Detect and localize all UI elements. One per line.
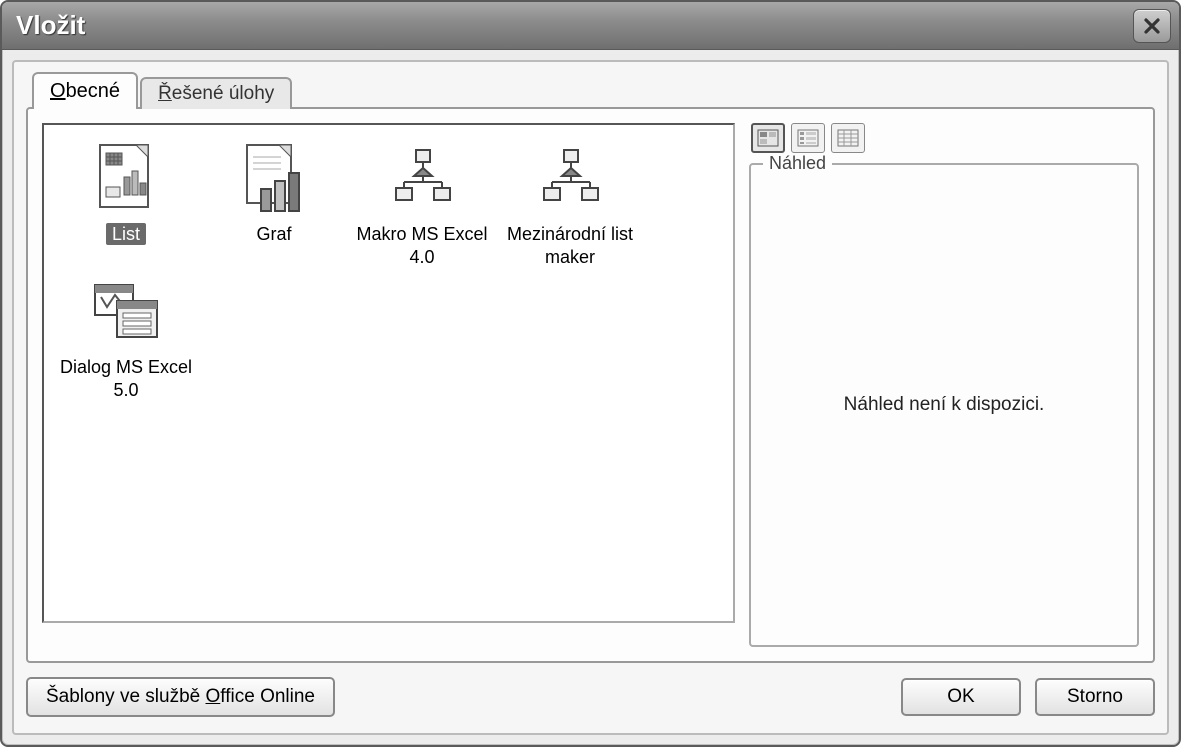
- dialog-footer: Šablony ve službě Office Online OK Storn…: [26, 663, 1155, 717]
- view-mode-toolbar: [749, 123, 1139, 153]
- template-label: Dialog MS Excel 5.0: [54, 356, 198, 401]
- tab-general[interactable]: Obecné: [32, 72, 138, 109]
- template-item-intl-macro[interactable]: Mezinárodní list maker: [496, 137, 644, 270]
- view-list-button[interactable]: [791, 123, 825, 153]
- template-label: List: [106, 223, 146, 245]
- template-list[interactable]: List: [42, 123, 735, 623]
- close-button[interactable]: [1133, 9, 1171, 43]
- template-label: Graf: [202, 223, 346, 246]
- view-details-button[interactable]: [831, 123, 865, 153]
- large-icons-icon: [757, 129, 779, 147]
- templates-online-button[interactable]: Šablony ve službě Office Online: [26, 677, 335, 717]
- view-large-icons-button[interactable]: [751, 123, 785, 153]
- preview-groupbox: Náhled Náhled není k dispozici.: [749, 163, 1139, 647]
- details-icon: [837, 129, 859, 147]
- list-icon: [797, 129, 819, 147]
- template-item-list[interactable]: List: [52, 137, 200, 270]
- macro-icon: [530, 139, 610, 219]
- insert-dialog: Vložit Obecné Řešené úlohy: [0, 0, 1181, 747]
- worksheet-icon: [86, 139, 166, 219]
- tab-solved-tasks[interactable]: Řešené úlohy: [140, 77, 292, 109]
- template-item-graf[interactable]: Graf: [200, 137, 348, 270]
- close-icon: [1143, 17, 1161, 35]
- preview-message: Náhled není k dispozici.: [844, 394, 1045, 416]
- ok-button[interactable]: OK: [901, 678, 1021, 716]
- preview-legend: Náhled: [763, 153, 832, 174]
- template-label: Makro MS Excel 4.0: [350, 223, 494, 268]
- right-column: Náhled Náhled není k dispozici.: [749, 123, 1139, 647]
- template-item-macro[interactable]: Makro MS Excel 4.0: [348, 137, 496, 270]
- titlebar[interactable]: Vložit: [2, 2, 1179, 50]
- dialog-icon: [86, 272, 166, 352]
- client-area: Obecné Řešené úlohy: [12, 60, 1169, 735]
- template-label: Mezinárodní list maker: [498, 223, 642, 268]
- macro-icon: [382, 139, 462, 219]
- tab-strip: Obecné Řešené úlohy: [26, 72, 1155, 109]
- tab-panel-general: List: [26, 107, 1155, 663]
- cancel-button[interactable]: Storno: [1035, 678, 1155, 716]
- chart-icon: [234, 139, 314, 219]
- template-item-dialog[interactable]: Dialog MS Excel 5.0: [52, 270, 200, 403]
- dialog-title: Vložit: [16, 10, 85, 41]
